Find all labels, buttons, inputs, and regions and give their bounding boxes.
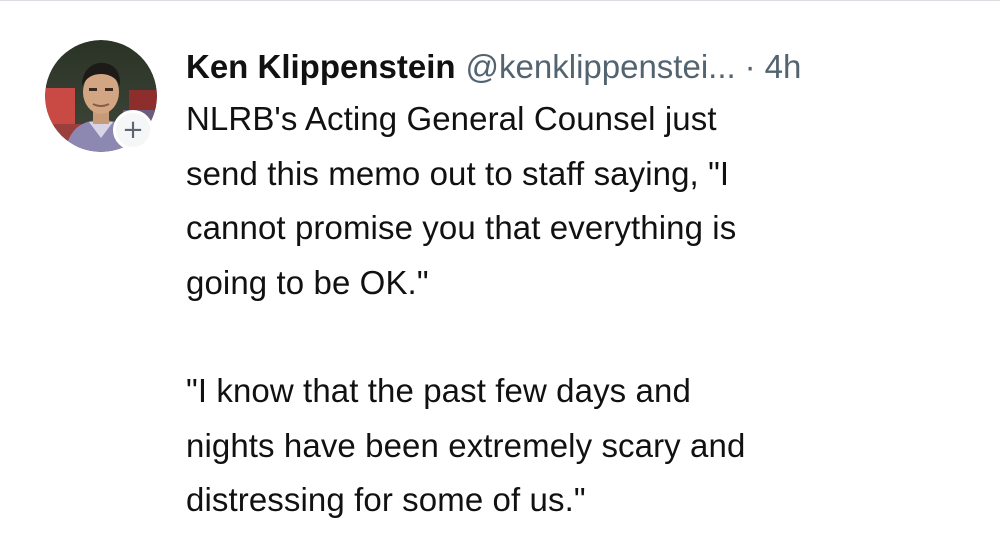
top-divider [0,0,1000,1]
author-handle[interactable]: @kenklippenstei... [466,42,736,92]
tweet-paragraph-1: NLRB's Acting General Counsel just send … [186,92,976,310]
header-separator: · [744,48,756,85]
tweet-text-line: distressing for some of us." [186,481,586,518]
tweet-text-line: going to be OK." [186,263,429,301]
tweet-text-line: nights have been extremely scary and [186,426,746,464]
follow-plus-button[interactable]: + [113,110,153,150]
author-avatar[interactable]: + [45,40,157,152]
author-name[interactable]: Ken Klippenstein [186,42,456,92]
plus-icon: + [122,115,144,145]
tweet-timestamp[interactable]: 4h [765,42,802,92]
tweet-text-line: "I know that the past few days and [186,372,691,409]
tweet-header: Ken Klippenstein @kenklippenstei... · 4h [186,42,976,92]
tweet-paragraph-2: "I know that the past few days and night… [186,364,976,528]
tweet-text-line: send this memo out to staff saying, "I [186,154,730,192]
tweet-body[interactable]: Ken Klippenstein @kenklippenstei... · 4h… [186,42,976,528]
tweet-text-line: NLRB's Acting General Counsel just [186,100,717,137]
tweet-text-line: cannot promise you that everything is [186,209,737,246]
